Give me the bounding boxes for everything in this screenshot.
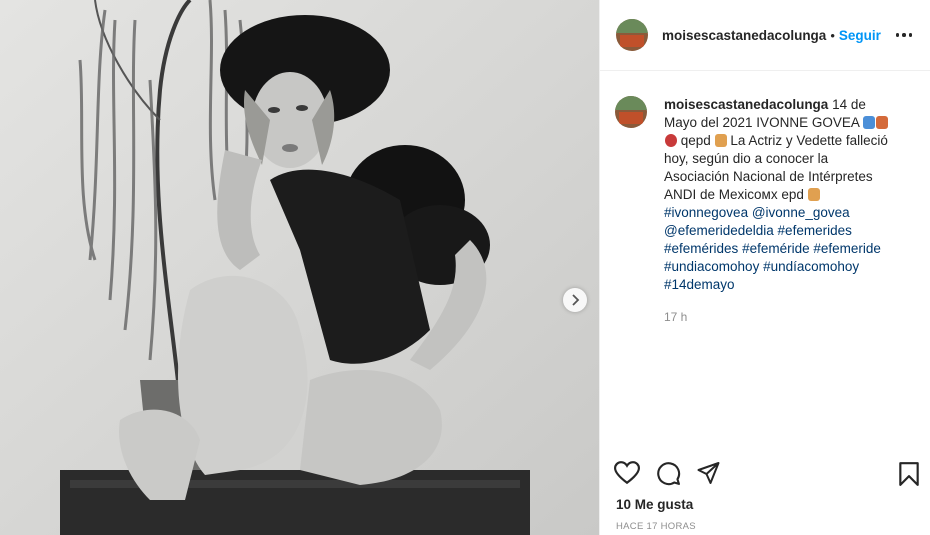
caption-text: moisescastanedacolunga 14 de Mayo del 20… bbox=[664, 96, 896, 294]
flag-emoji-icon bbox=[862, 116, 875, 129]
mention[interactable]: @ivonne_govea bbox=[752, 205, 850, 220]
follow-button[interactable]: Seguir bbox=[839, 28, 881, 43]
rose-emoji-icon bbox=[665, 134, 677, 147]
bookmark-icon[interactable] bbox=[898, 461, 920, 487]
hashtag[interactable]: #efemeride bbox=[813, 241, 881, 256]
caption: moisescastanedacolunga 14 de Mayo del 20… bbox=[615, 96, 916, 324]
send-icon[interactable] bbox=[696, 461, 721, 485]
dancer-emoji-icon bbox=[875, 116, 888, 129]
more-options-icon[interactable] bbox=[894, 33, 914, 37]
mention[interactable]: @efemeridedeldia bbox=[664, 223, 774, 238]
hashtag[interactable]: #undiacomohoy bbox=[664, 259, 759, 274]
chevron-right-icon bbox=[572, 294, 580, 306]
comment-icon[interactable] bbox=[656, 461, 681, 486]
heart-icon[interactable] bbox=[614, 461, 640, 485]
avatar[interactable] bbox=[616, 19, 648, 51]
separator-dot: • bbox=[830, 27, 835, 43]
caption-username[interactable]: moisescastanedacolunga bbox=[664, 97, 828, 112]
caption-avatar[interactable] bbox=[615, 96, 647, 128]
hashtag[interactable]: #14demayo bbox=[664, 277, 735, 292]
hashtag[interactable]: #efemérides bbox=[664, 241, 738, 256]
caption-time[interactable]: 17 h bbox=[664, 310, 896, 324]
hashtag[interactable]: #efeméride bbox=[742, 241, 810, 256]
header-username[interactable]: moisescastanedacolunga bbox=[662, 28, 826, 43]
hashtag[interactable]: #undíacomohoy bbox=[763, 259, 859, 274]
post-header: moisescastanedacolunga • Seguir bbox=[600, 0, 930, 71]
pray-emoji-icon bbox=[714, 134, 727, 147]
action-bar bbox=[614, 461, 924, 489]
post-timestamp[interactable]: HACE 17 HORAS bbox=[616, 521, 696, 532]
next-image-button[interactable] bbox=[563, 288, 587, 312]
caption-part-2: qepd bbox=[680, 133, 711, 148]
post-image[interactable] bbox=[0, 0, 599, 535]
post-photo bbox=[0, 0, 599, 535]
pray-emoji-icon bbox=[807, 188, 820, 201]
hashtag[interactable]: #efemerides bbox=[778, 223, 852, 238]
likes-count[interactable]: 10 Me gusta bbox=[616, 497, 693, 512]
hashtag[interactable]: #ivonnegovea bbox=[664, 205, 748, 220]
